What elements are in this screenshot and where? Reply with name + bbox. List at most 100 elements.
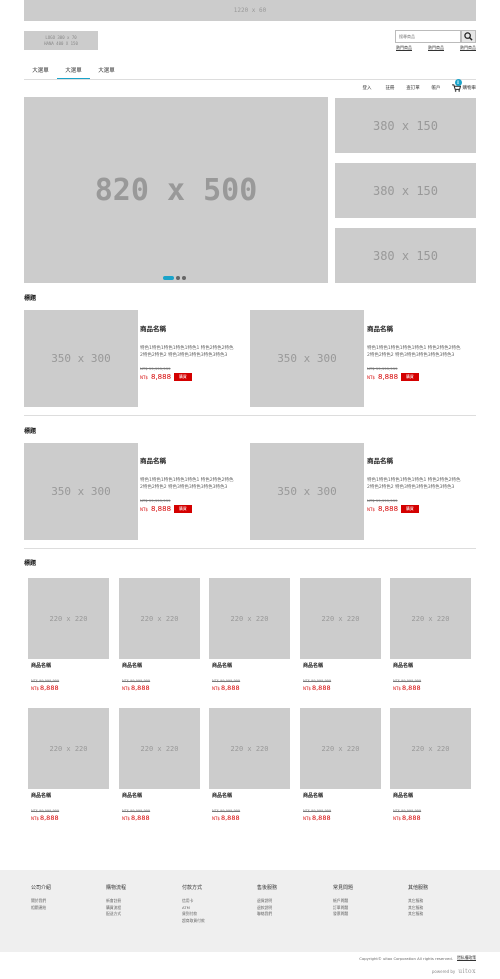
product-name[interactable]: 商品名稱 — [140, 455, 236, 465]
footer-link[interactable]: 聯絡我們 — [257, 911, 277, 918]
product-name[interactable]: 商品名稱 — [31, 662, 59, 669]
footer-link[interactable]: ATM — [182, 905, 205, 912]
hero-side-banner-1[interactable]: 380 x 150 — [335, 98, 476, 153]
powered-by: powered by uitox — [432, 968, 476, 975]
section-title: 標題 — [24, 428, 37, 435]
carousel-dot-active[interactable] — [163, 276, 174, 280]
product-image[interactable]: 220 x 220 — [28, 578, 109, 659]
product-price: 8,888 — [377, 373, 399, 382]
product-image[interactable]: 220 x 220 — [119, 708, 200, 789]
footer-link[interactable]: 信用卡 — [182, 898, 205, 905]
product-info: 商品名稱 NT$ 99,999,999 NT$ 8,888 — [212, 792, 240, 822]
footer-link[interactable]: 配送方式 — [106, 911, 126, 918]
product-image[interactable]: 220 x 220 — [119, 578, 200, 659]
account-link[interactable]: 帳戶 — [425, 85, 448, 91]
product-price: 8,888 — [150, 373, 172, 382]
footer-link[interactable]: 退款說明 — [257, 905, 277, 912]
product-image[interactable]: 220 x 220 — [209, 578, 290, 659]
hero-main-banner[interactable]: 820 x 500 — [24, 97, 328, 283]
product-name[interactable]: 商品名稱 — [367, 323, 463, 333]
product-info: 商品名稱 NT$ 99,999,999 NT$ 8,888 — [31, 662, 59, 692]
footer-link[interactable]: 退貨說明 — [257, 898, 277, 905]
privacy-link[interactable]: 隱私權政策 — [457, 955, 476, 961]
product-name[interactable]: 商品名稱 — [140, 323, 236, 333]
price-currency: NT$ — [393, 816, 401, 821]
product-price: 8,888 — [401, 814, 421, 822]
product-old-price: NT$ 99,999,999 — [31, 679, 60, 683]
product-name[interactable]: 商品名稱 — [303, 792, 331, 799]
tab-menu-1[interactable]: 大選單 — [24, 61, 57, 79]
footer-column: 常見問題 帳戶問題 訂單問題 發票問題 — [333, 884, 353, 918]
buy-button[interactable]: 購買 — [401, 505, 419, 514]
footer-link[interactable]: 訂單問題 — [333, 905, 353, 912]
search-input[interactable] — [395, 30, 461, 43]
product-name[interactable]: 商品名稱 — [122, 662, 150, 669]
section-title: 標題 — [24, 295, 37, 302]
product-desc: 特色1特色1特色1特色1特色1 特色2特色2特色2特色2特色2 特色3特色3特色… — [367, 346, 461, 358]
product-old-price: NT$ 99,999,999 — [393, 809, 422, 813]
product-name[interactable]: 商品名稱 — [31, 792, 59, 799]
product-name[interactable]: 商品名稱 — [122, 792, 150, 799]
footer-link[interactable]: 新會註冊 — [106, 898, 126, 905]
product-image[interactable]: 220 x 220 — [390, 708, 471, 789]
footer-link[interactable]: 貨到付款 — [182, 911, 205, 918]
hot-link[interactable]: 熱門商品 — [396, 45, 412, 51]
product-info: 商品名稱 NT$ 99,999,999 NT$ 8,888 — [31, 792, 59, 822]
footer-link[interactable]: 購買流程 — [106, 905, 126, 912]
search-button[interactable] — [461, 30, 476, 43]
product-old-price: NT$ 99,999,999 — [303, 809, 332, 813]
product-name[interactable]: 商品名稱 — [303, 662, 331, 669]
hot-link[interactable]: 熱門商品 — [428, 45, 444, 51]
product-image[interactable]: 350 x 300 — [250, 443, 364, 540]
tab-menu-3[interactable]: 大選單 — [90, 61, 123, 79]
buy-button[interactable]: 購買 — [174, 373, 192, 382]
carousel-dot[interactable] — [176, 276, 180, 280]
footer-link[interactable]: 帳戶問題 — [333, 898, 353, 905]
footer-link[interactable]: 關於我們 — [31, 898, 51, 905]
product-price-row: NT$ 8,888 — [122, 684, 150, 692]
footer-link[interactable]: 相關連結 — [31, 905, 51, 912]
uitox-logo[interactable]: uitox — [458, 968, 476, 975]
product-name[interactable]: 商品名稱 — [367, 455, 463, 465]
product-image[interactable]: 350 x 300 — [24, 310, 138, 407]
footer-link[interactable]: 超商取貨付款 — [182, 918, 205, 925]
product-old-price: NT$ 99,999,999 — [303, 679, 332, 683]
product-image[interactable]: 350 x 300 — [250, 310, 364, 407]
product-name[interactable]: 商品名稱 — [393, 662, 421, 669]
buy-button[interactable]: 購買 — [401, 373, 419, 382]
product-image[interactable]: 220 x 220 — [300, 708, 381, 789]
footer-link[interactable]: 其它服務 — [408, 911, 428, 918]
product-name[interactable]: 商品名稱 — [212, 792, 240, 799]
price-currency: NT$ — [140, 374, 148, 380]
footer-link[interactable]: 其它服務 — [408, 905, 428, 912]
hot-link[interactable]: 熱門商品 — [460, 45, 476, 51]
footer-column: 公司介紹關於我們 相關連結 — [31, 884, 51, 911]
buy-button[interactable]: 購買 — [174, 505, 192, 514]
login-link[interactable]: 登入 — [356, 85, 379, 91]
product-image[interactable]: 220 x 220 — [28, 708, 109, 789]
hero-side-banner-2[interactable]: 380 x 150 — [335, 163, 476, 218]
product-info: 商品名稱 特色1特色1特色1特色1特色1 特色2特色2特色2特色2特色2 特色3… — [367, 323, 463, 382]
product-image[interactable]: 220 x 220 — [209, 708, 290, 789]
footer-column-title: 公司介紹 — [31, 885, 52, 891]
footer-link[interactable]: 發票問題 — [333, 911, 353, 918]
top-banner[interactable]: 1220 x 60 — [24, 0, 476, 21]
product-old-price: NT$ 99,999,999 — [367, 366, 398, 372]
product-name[interactable]: 商品名稱 — [212, 662, 240, 669]
product-info: 商品名稱 特色1特色1特色1特色1特色1 特色2特色2特色2特色2特色2 特色3… — [367, 455, 463, 514]
product-image[interactable]: 220 x 220 — [390, 578, 471, 659]
logo[interactable]: LOGO 300 x 70 HANA 400 X 150 — [24, 31, 98, 50]
product-price-row: NT$ 8,888 購買 — [140, 373, 236, 382]
hero-side-banner-3[interactable]: 380 x 150 — [335, 228, 476, 283]
tab-menu-2[interactable]: 大選單 — [57, 61, 90, 79]
footer-link[interactable]: 其它服務 — [408, 898, 428, 905]
order-lookup-link[interactable]: 查訂單 — [402, 85, 425, 91]
product-image[interactable]: 220 x 220 — [300, 578, 381, 659]
carousel-dot[interactable] — [182, 276, 186, 280]
register-link[interactable]: 註冊 — [379, 85, 402, 91]
product-image[interactable]: 350 x 300 — [24, 443, 138, 540]
cart-button[interactable]: 0 購物車 — [451, 79, 476, 92]
footer-column-title: 其他服務 — [408, 885, 429, 891]
product-name[interactable]: 商品名稱 — [393, 792, 421, 799]
product-info: 商品名稱 NT$ 99,999,999 NT$ 8,888 — [303, 792, 331, 822]
